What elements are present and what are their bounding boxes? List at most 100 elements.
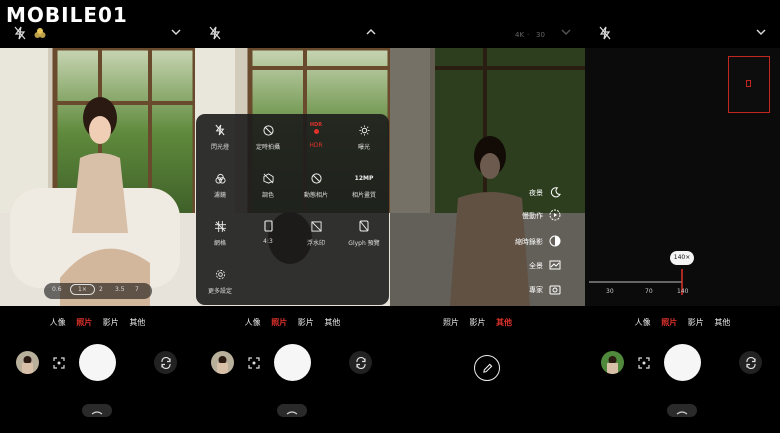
hdr-setting[interactable]: HDR HDR — [292, 114, 340, 161]
side-mode-night[interactable]: 夜景 — [481, 186, 571, 200]
exposure-icon — [358, 124, 370, 136]
panorama-icon — [549, 259, 561, 271]
color-grade-icon — [262, 172, 274, 184]
zoom-tick-label: 30 — [606, 288, 614, 295]
camera-screen-more-modes: 4K · 30 夜景 慢動作 縮時錄影 全景 專家 照片 影片 其他 — [390, 0, 585, 433]
pencil-icon — [482, 363, 492, 373]
drawer-handle[interactable] — [277, 404, 307, 417]
mode-selector: 人像 照片 影片 其他 — [585, 317, 780, 329]
drawer-handle[interactable] — [667, 404, 697, 417]
flash-off-icon[interactable] — [14, 26, 26, 46]
filter-icon — [214, 173, 226, 184]
zoom-slider[interactable]: 30 70 140 — [589, 265, 774, 305]
switch-camera-button[interactable] — [739, 351, 762, 374]
grid-icon — [214, 220, 226, 232]
side-mode-pro[interactable]: 專家 — [481, 283, 571, 297]
timelapse-icon — [549, 235, 561, 247]
chevron-down-icon[interactable] — [755, 26, 767, 44]
zoom-option[interactable]: 3.5 — [115, 286, 125, 293]
mode-photo[interactable]: 照片 — [443, 317, 459, 328]
aspect-ratio-icon — [263, 220, 273, 232]
pro-camera-icon — [549, 283, 561, 295]
flash-off-icon[interactable] — [209, 26, 221, 46]
chevron-down-icon[interactable] — [170, 26, 182, 44]
zoom-minimap-indicator — [746, 80, 751, 87]
exposure-setting[interactable]: 曝光 — [340, 114, 388, 161]
moon-icon — [549, 186, 561, 198]
zoom-tick-label: 70 — [645, 288, 653, 295]
filter-setting[interactable]: 濾鏡 — [196, 162, 244, 209]
grid-setting[interactable]: 網格 — [196, 210, 244, 257]
top-bar — [585, 26, 780, 44]
scan-icon[interactable] — [242, 351, 265, 374]
motion-photo-icon — [310, 172, 322, 184]
scan-icon[interactable] — [47, 351, 70, 374]
mode-video[interactable]: 影片 — [688, 317, 704, 328]
side-mode-slow-motion[interactable]: 慢動作 — [481, 209, 571, 223]
zoom-option[interactable]: 2 — [99, 286, 103, 293]
shutter-button[interactable] — [664, 344, 701, 381]
zoom-tick-label: 140 — [677, 288, 689, 295]
mode-video[interactable]: 影片 — [103, 317, 119, 328]
gallery-thumbnail[interactable] — [211, 351, 234, 374]
switch-camera-icon — [355, 356, 366, 369]
resolution-label[interactable]: 4K — [515, 26, 524, 44]
zoom-option[interactable]: 0.6 — [52, 286, 62, 293]
zoom-track — [589, 281, 682, 283]
switch-camera-button[interactable] — [154, 351, 177, 374]
mode-photo[interactable]: 照片 — [271, 317, 287, 328]
mode-portrait[interactable]: 人像 — [50, 317, 66, 328]
top-bar — [195, 26, 390, 44]
chevron-down-icon[interactable] — [560, 26, 572, 44]
zoom-option[interactable]: 7 — [135, 286, 139, 293]
switch-camera-button[interactable] — [349, 351, 372, 374]
mode-video[interactable]: 影片 — [470, 317, 486, 328]
zoom-value-badge: 140× — [670, 251, 694, 265]
timer-setting[interactable]: 定時拍攝 — [244, 114, 292, 161]
edit-modes-button[interactable] — [474, 355, 500, 381]
mobile01-logo: MOBILE01 — [6, 3, 128, 27]
top-bar: 4K · 30 — [390, 26, 585, 44]
shutter-button[interactable] — [274, 344, 311, 381]
side-mode-panorama[interactable]: 全景 — [481, 259, 571, 273]
mode-more[interactable]: 其他 — [324, 317, 340, 328]
more-settings[interactable]: 更多設定 — [196, 258, 244, 305]
watermark-setting[interactable]: 浮水印 — [292, 210, 340, 257]
chevron-up-icon[interactable] — [365, 26, 377, 44]
camera-screen-zoom: 30 70 140 140× 人像 照片 影片 其他 — [585, 0, 780, 433]
shutter-button[interactable] — [79, 344, 116, 381]
mode-portrait[interactable]: 人像 — [245, 317, 261, 328]
glyph-preview-setting[interactable]: Glyph 預覽 — [340, 210, 388, 257]
fps-label[interactable]: 30 — [536, 26, 545, 44]
mode-video[interactable]: 影片 — [298, 317, 314, 328]
gallery-thumbnail[interactable] — [601, 351, 624, 374]
flash-off-icon — [215, 124, 225, 136]
mode-more[interactable]: 其他 — [496, 317, 512, 328]
zoom-option-selected[interactable]: 1× — [70, 284, 95, 295]
mode-more[interactable]: 其他 — [129, 317, 145, 328]
zoom-selector[interactable]: 0.6 1× 2 3.5 7 — [44, 283, 152, 299]
resolution-icon: 12MP — [354, 174, 374, 182]
viewfinder[interactable] — [0, 48, 195, 306]
aspect-ratio-setting[interactable]: 4:3 — [244, 210, 292, 257]
mode-photo[interactable]: 照片 — [76, 317, 92, 328]
timer-icon — [262, 124, 274, 136]
filter-icon[interactable] — [33, 26, 47, 46]
zoom-minimap — [728, 56, 770, 113]
resolution-setting[interactable]: 12MP 相片畫質 — [340, 162, 388, 209]
flash-off-icon[interactable] — [599, 26, 611, 46]
gallery-thumbnail[interactable] — [16, 351, 39, 374]
mode-more[interactable]: 其他 — [714, 317, 730, 328]
side-mode-timelapse[interactable]: 縮時錄影 — [481, 235, 571, 249]
color-grade-setting[interactable]: 調色 — [244, 162, 292, 209]
top-bar — [0, 26, 195, 44]
switch-camera-icon — [160, 356, 171, 369]
motion-photo-setting[interactable]: 動態相片 — [292, 162, 340, 209]
mode-photo[interactable]: 照片 — [661, 317, 677, 328]
mode-selector: 人像 照片 影片 其他 — [0, 317, 195, 329]
drawer-handle[interactable] — [82, 404, 112, 417]
camera-screen-photo: MOBILE01 0.6 1× 2 3.5 7 人像 照片 影片 其他 — [0, 0, 195, 433]
scan-icon[interactable] — [632, 351, 655, 374]
flash-setting[interactable]: 閃光燈 — [196, 114, 244, 161]
mode-portrait[interactable]: 人像 — [635, 317, 651, 328]
